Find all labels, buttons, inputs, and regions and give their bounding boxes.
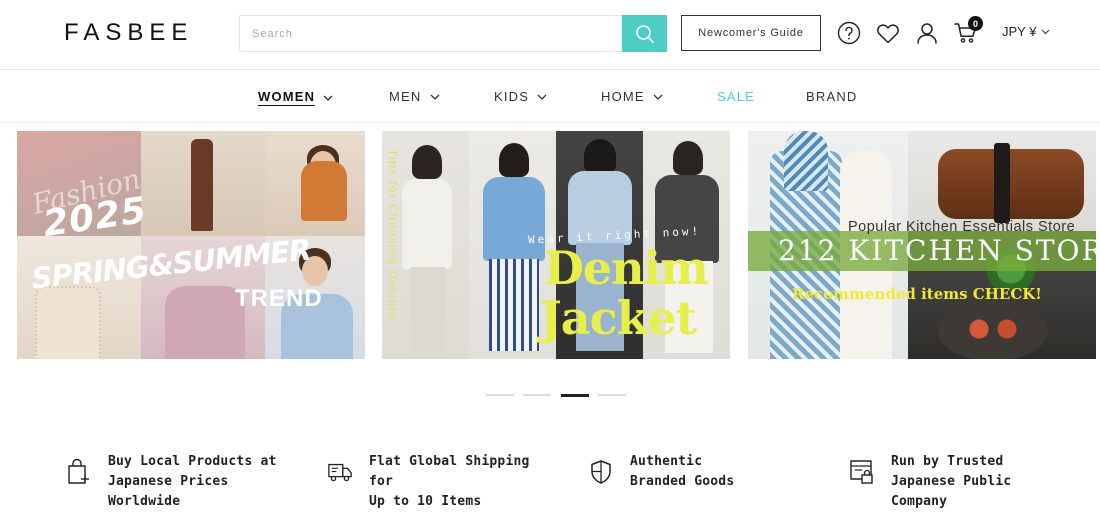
feature-text: Flat Global Shipping for Up to 10 Items — [369, 454, 530, 509]
model-hair — [499, 143, 529, 177]
nav-item-kids[interactable]: KIDS — [494, 89, 547, 104]
chevron-down-icon — [653, 94, 663, 100]
carousel-dot[interactable] — [598, 394, 626, 396]
main-nav: WOMEN MEN KIDS HOME SALE BRAND — [0, 70, 1100, 123]
model-pants — [410, 267, 446, 353]
chevron-down-icon — [323, 95, 333, 101]
shield-icon — [588, 459, 614, 485]
feature-trusted-company: Run by Trusted Japanese Public Company — [849, 452, 1011, 512]
site-logo[interactable]: FASBEE — [64, 19, 193, 47]
help-button[interactable] — [836, 20, 862, 46]
chevron-down-icon — [1042, 29, 1050, 34]
carousel-dot-active[interactable] — [561, 394, 589, 397]
nav-item-home[interactable]: HOME — [601, 89, 663, 104]
model-jacket — [402, 179, 452, 269]
banner-photo — [141, 131, 265, 236]
newcomers-guide-button[interactable]: Newcomer's Guide — [681, 15, 821, 51]
feature-text: Authentic Branded Goods — [630, 454, 735, 489]
banner-callout: Recommended items CHECK! — [792, 285, 1042, 303]
banner-tag: TREND — [235, 285, 323, 312]
feature-authentic-goods: Authentic Branded Goods — [588, 452, 734, 492]
apron-bib-image — [784, 131, 828, 191]
cart-count-badge: 0 — [968, 16, 983, 31]
model-skirt — [489, 259, 539, 351]
banner-title: 212 KITCHEN STORE — [778, 234, 1096, 267]
nav-item-label: BRAND — [806, 89, 858, 104]
feature-local-prices: Buy Local Products at Japanese Prices Wo… — [66, 452, 277, 512]
model-face — [310, 151, 336, 181]
nav-item-women[interactable]: WOMEN — [258, 89, 333, 106]
model-denim-jacket — [483, 177, 545, 261]
nav-item-label: SALE — [717, 89, 756, 104]
nav-item-brand[interactable]: BRAND — [806, 89, 858, 104]
feature-flat-shipping: Flat Global Shipping for Up to 10 Items — [327, 452, 530, 512]
site-header: FASBEE Newcomer's Guide — [0, 0, 1100, 70]
search-input[interactable] — [240, 16, 623, 51]
nav-item-label: KIDS — [494, 89, 530, 104]
nav-item-label: WOMEN — [258, 89, 316, 106]
currency-label: JPY ¥ — [1002, 24, 1037, 39]
banner-kitchen-store[interactable]: Popular Kitchen Essentials Store 212 KIT… — [748, 131, 1096, 359]
store-lock-icon — [849, 459, 875, 485]
banner-photo — [265, 131, 365, 236]
carousel-dot[interactable] — [486, 394, 514, 396]
model-hair — [673, 141, 703, 175]
feature-text: Run by Trusted Japanese Public Company — [891, 454, 1012, 509]
model-hair — [584, 139, 616, 173]
user-icon — [917, 23, 937, 44]
bag-plus-icon — [66, 458, 92, 485]
nav-item-sale[interactable]: SALE — [717, 89, 755, 104]
nav-item-men[interactable]: MEN — [389, 89, 440, 104]
banner-title-line1: Denim — [544, 241, 709, 295]
heart-icon — [877, 24, 899, 44]
nav-item-label: MEN — [389, 89, 422, 104]
bento-strap-image — [994, 143, 1010, 223]
search-button[interactable] — [622, 15, 667, 52]
chevron-down-icon — [537, 94, 547, 100]
model-hair — [412, 145, 442, 179]
help-icon — [837, 21, 861, 45]
banner-spring-summer-trend[interactable]: Fashion 2025 SPRING&SUMMER TREND — [17, 131, 365, 359]
carousel-dot[interactable] — [523, 394, 551, 396]
account-button[interactable] — [914, 20, 940, 46]
bento-box-image — [938, 149, 1084, 219]
wishlist-button[interactable] — [875, 20, 901, 46]
feature-text: Buy Local Products at Japanese Prices Wo… — [108, 454, 277, 509]
truck-icon — [327, 459, 353, 485]
banner-title-line2: Jacket — [540, 291, 697, 345]
search-bar — [239, 15, 667, 52]
cart-button[interactable]: 0 — [953, 16, 983, 46]
food-image — [958, 317, 1028, 341]
banner-subtitle: Popular Kitchen Essentials Store — [848, 219, 1076, 235]
banner-denim-jacket[interactable]: Tips for Choosing Designs Wear it right … — [382, 131, 730, 359]
chevron-down-icon — [430, 94, 439, 100]
banner-vertical-text: Tips for Choosing Designs — [386, 149, 400, 323]
currency-selector[interactable]: JPY ¥ — [1002, 24, 1050, 39]
search-icon — [635, 24, 654, 43]
nav-item-label: HOME — [601, 89, 645, 104]
